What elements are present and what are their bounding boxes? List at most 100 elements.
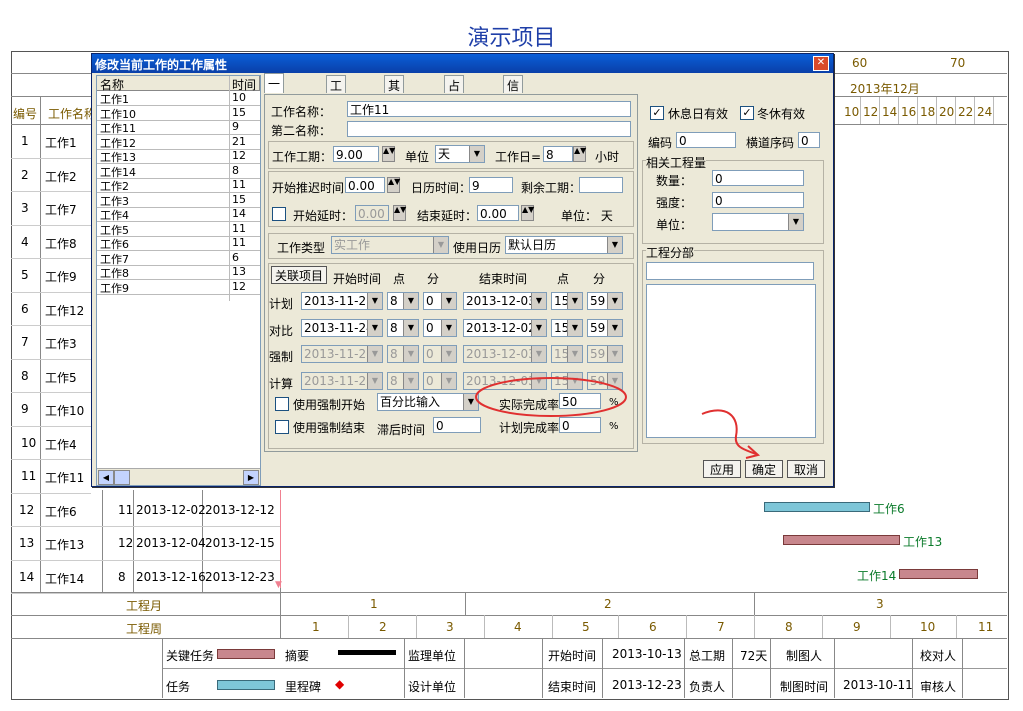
end-lag-input[interactable]: 0.00 [477,205,519,221]
chevron-down-icon[interactable]: ▼ [531,346,546,362]
related-project-button[interactable]: 关联项目 [271,266,327,284]
tab-general[interactable]: 一般属性 [264,73,285,142]
chevron-down-icon[interactable]: ▼ [441,319,456,336]
schedule-end-minute[interactable]: 59 ▼ [587,292,623,310]
chevron-down-icon[interactable]: ▼ [441,293,456,309]
list-item[interactable]: 工作3 15 [97,193,260,208]
intensity-input[interactable]: 0 [712,192,804,208]
unit-select[interactable]: 天 ▼ [435,145,485,163]
list-item[interactable]: 工作1 10 [97,91,260,106]
chevron-down-icon[interactable]: ▼ [607,293,622,309]
cancel-button[interactable]: 取消 [787,460,825,478]
duration-input[interactable]: 9.00 [333,146,379,162]
chevron-down-icon[interactable]: ▼ [607,319,622,336]
apply-button[interactable]: 应用 [703,460,741,478]
qunit-select[interactable]: ▼ [712,213,804,231]
tab-other[interactable]: 其他属性 [384,75,405,144]
schedule-start-hour[interactable]: 8 ▼ [387,292,419,310]
work-type-select[interactable]: 实工作 ▼ [331,236,449,254]
list-item[interactable]: 工作12 21 [97,135,260,150]
schedule-start-date[interactable]: 2013-11-25 ▼ [301,292,383,310]
task-bar[interactable] [899,569,978,579]
chevron-down-icon[interactable]: ▼ [403,319,418,336]
schedule-start-hour[interactable]: 8 ▼ [387,318,419,337]
schedule-start-hour[interactable]: 8 ▼ [387,345,419,363]
start-lag-input[interactable]: 0.00 [355,205,389,221]
winter-checkbox[interactable]: ✓ [740,106,754,120]
chevron-down-icon[interactable]: ▼ [531,293,546,309]
scroll-thumb[interactable] [114,470,130,485]
chevron-down-icon[interactable]: ▼ [367,372,382,389]
chevron-down-icon[interactable]: ▼ [403,346,418,362]
task-bar[interactable] [783,535,900,545]
schedule-end-hour[interactable]: 15 ▼ [551,318,583,337]
tab-relations[interactable]: 工作关系 [326,75,347,144]
chevron-down-icon[interactable]: ▼ [567,346,582,362]
schedule-end-date[interactable]: 2013-12-02 ▼ [463,318,547,337]
scroll-right-icon[interactable]: ▶ [243,470,259,485]
qty-input[interactable]: 0 [712,170,804,186]
close-icon[interactable]: ✕ [813,56,829,71]
division-input[interactable] [646,262,814,280]
chevron-down-icon[interactable]: ▼ [531,319,546,336]
chevron-down-icon[interactable]: ▼ [567,293,582,309]
schedule-start-minute[interactable]: 0 ▼ [423,318,457,337]
list-header-name[interactable]: 名称 [97,76,230,92]
schedule-start-minute[interactable]: 0 ▼ [423,345,457,363]
force-end-checkbox[interactable] [275,420,289,434]
schedule-end-date[interactable]: 2013-12-03 ▼ [463,345,547,363]
list-item[interactable]: 工作8 13 [97,265,260,280]
work-list[interactable]: 名称 时间 工作1 10 工作10 15 工作11 9 工作12 21 工作13 12 工作14 8 工… [96,75,261,486]
workday-input[interactable]: 8 [543,146,573,162]
rest-day-checkbox[interactable]: ✓ [650,106,664,120]
schedule-end-date[interactable]: 2013-12-03 ▼ [463,292,547,310]
force-start-checkbox[interactable] [275,397,289,411]
list-item[interactable]: 工作11 9 [97,120,260,135]
workday-spin-icon[interactable]: ▲▼ [573,146,586,162]
schedule-start-hour[interactable]: 8 ▼ [387,371,419,390]
tab-resources[interactable]: 占用资源 [444,75,465,144]
schedule-start-minute[interactable]: 0 ▼ [423,371,457,390]
tab-info[interactable]: 信息 [503,75,524,110]
chevron-down-icon[interactable]: ▼ [367,319,382,336]
start-delay-spin-icon[interactable]: ▲▼ [387,177,400,193]
list-item[interactable]: 工作2 11 [97,178,260,193]
end-lag-spin-icon[interactable]: ▲▼ [521,205,534,221]
ok-button[interactable]: 确定 [745,460,783,478]
chevron-down-icon[interactable]: ▼ [441,346,456,362]
schedule-end-hour[interactable]: 15 ▼ [551,345,583,363]
plan-pct-input[interactable]: 0 [559,417,601,433]
list-item[interactable]: 工作7 6 [97,251,260,266]
task-bar[interactable] [764,502,870,512]
list-item[interactable]: 工作14 8 [97,164,260,179]
chevron-down-icon[interactable]: ▼ [607,346,622,362]
schedule-end-minute[interactable]: 59 ▼ [587,345,623,363]
schedule-end-minute[interactable]: 59 ▼ [587,318,623,337]
list-item[interactable]: 工作5 11 [97,222,260,237]
start-lag-spin-icon[interactable]: ▲▼ [393,205,406,221]
remaining-input[interactable] [579,177,623,193]
code-input[interactable]: 0 [676,132,736,148]
work-name-input[interactable]: 工作11 [347,101,631,117]
chevron-down-icon[interactable]: ▼ [367,293,382,309]
scroll-left-icon[interactable]: ◀ [98,470,114,485]
list-item[interactable]: 工作13 12 [97,149,260,164]
list-item[interactable]: 工作9 12 [97,280,260,295]
chevron-down-icon[interactable]: ▼ [403,293,418,309]
schedule-start-minute[interactable]: 0 ▼ [423,292,457,310]
list-item[interactable]: 工作10 15 [97,106,260,121]
list-horizontal-scrollbar[interactable]: ◀ ▶ [97,468,260,485]
chevron-down-icon[interactable]: ▼ [367,346,382,362]
calendar-time-input[interactable]: 9 [469,177,513,193]
schedule-start-date[interactable]: 2013-11-25 ▼ [301,371,383,390]
chevron-down-icon[interactable]: ▼ [567,319,582,336]
chevron-down-icon[interactable]: ▼ [403,372,418,389]
start-lag-checkbox[interactable] [272,207,286,221]
start-delay-input[interactable]: 0.00 [345,177,385,193]
schedule-end-hour[interactable]: 15 ▼ [551,292,583,310]
list-item[interactable]: 工作4 14 [97,207,260,222]
schedule-start-date[interactable]: 2013-11-25 ▼ [301,345,383,363]
dialog-titlebar[interactable]: 修改当前工作的工作属性 ✕ [92,54,833,73]
calendar-select[interactable]: 默认日历 ▼ [505,236,623,254]
second-name-input[interactable] [347,121,631,137]
